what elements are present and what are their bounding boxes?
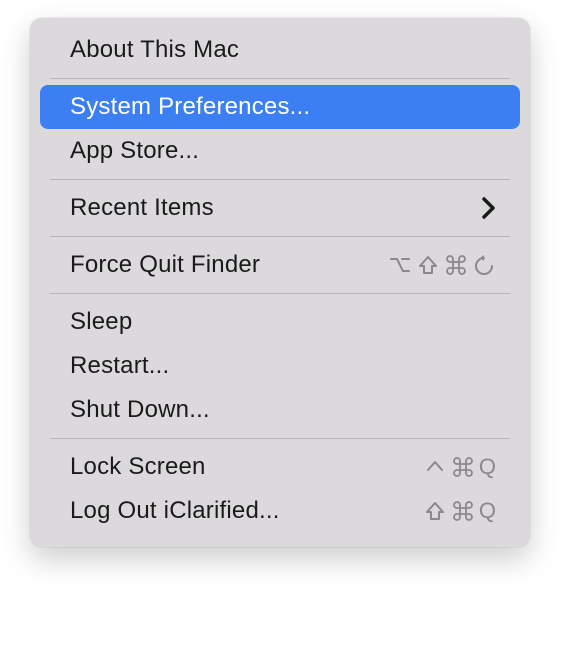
menu-item-recent-items[interactable]: Recent Items bbox=[40, 186, 520, 230]
command-key-icon bbox=[451, 455, 475, 479]
menu-item-lock-screen[interactable]: Lock Screen Q bbox=[40, 445, 520, 489]
menu-separator bbox=[50, 293, 510, 294]
keyboard-shortcut bbox=[388, 253, 496, 277]
shift-key-icon bbox=[416, 253, 440, 277]
menu-item-label: Lock Screen bbox=[70, 455, 206, 479]
q-key-icon: Q bbox=[479, 455, 496, 479]
menu-item-sleep[interactable]: Sleep bbox=[40, 300, 520, 344]
menu-separator bbox=[50, 179, 510, 180]
keyboard-shortcut: Q bbox=[423, 499, 496, 523]
menu-separator bbox=[50, 236, 510, 237]
menu-item-label: Shut Down... bbox=[70, 398, 210, 422]
chevron-right-icon bbox=[482, 197, 496, 219]
menu-separator bbox=[50, 438, 510, 439]
menu-item-app-store[interactable]: App Store... bbox=[40, 129, 520, 173]
menu-item-about-this-mac[interactable]: About This Mac bbox=[40, 28, 520, 72]
control-key-icon bbox=[423, 455, 447, 479]
menu-item-shut-down[interactable]: Shut Down... bbox=[40, 388, 520, 432]
menu-item-label: Log Out iClarified... bbox=[70, 499, 280, 523]
menu-separator bbox=[50, 78, 510, 79]
shift-key-icon bbox=[423, 499, 447, 523]
menu-item-label: Restart... bbox=[70, 354, 169, 378]
option-key-icon bbox=[388, 253, 412, 277]
q-key-icon: Q bbox=[479, 499, 496, 523]
keyboard-shortcut: Q bbox=[423, 455, 496, 479]
command-key-icon bbox=[451, 499, 475, 523]
menu-item-label: Force Quit Finder bbox=[70, 253, 260, 277]
menu-item-label: Sleep bbox=[70, 310, 132, 334]
menu-item-label: App Store... bbox=[70, 139, 199, 163]
menu-item-force-quit[interactable]: Force Quit Finder bbox=[40, 243, 520, 287]
menu-item-label: About This Mac bbox=[70, 38, 239, 62]
menu-item-label: Recent Items bbox=[70, 196, 214, 220]
apple-menu: About This Mac System Preferences... App… bbox=[30, 18, 530, 547]
command-key-icon bbox=[444, 253, 468, 277]
menu-item-restart[interactable]: Restart... bbox=[40, 344, 520, 388]
menu-item-system-preferences[interactable]: System Preferences... bbox=[40, 85, 520, 129]
menu-item-label: System Preferences... bbox=[70, 95, 310, 119]
escape-key-icon bbox=[472, 253, 496, 277]
menu-item-log-out[interactable]: Log Out iClarified... Q bbox=[40, 489, 520, 533]
